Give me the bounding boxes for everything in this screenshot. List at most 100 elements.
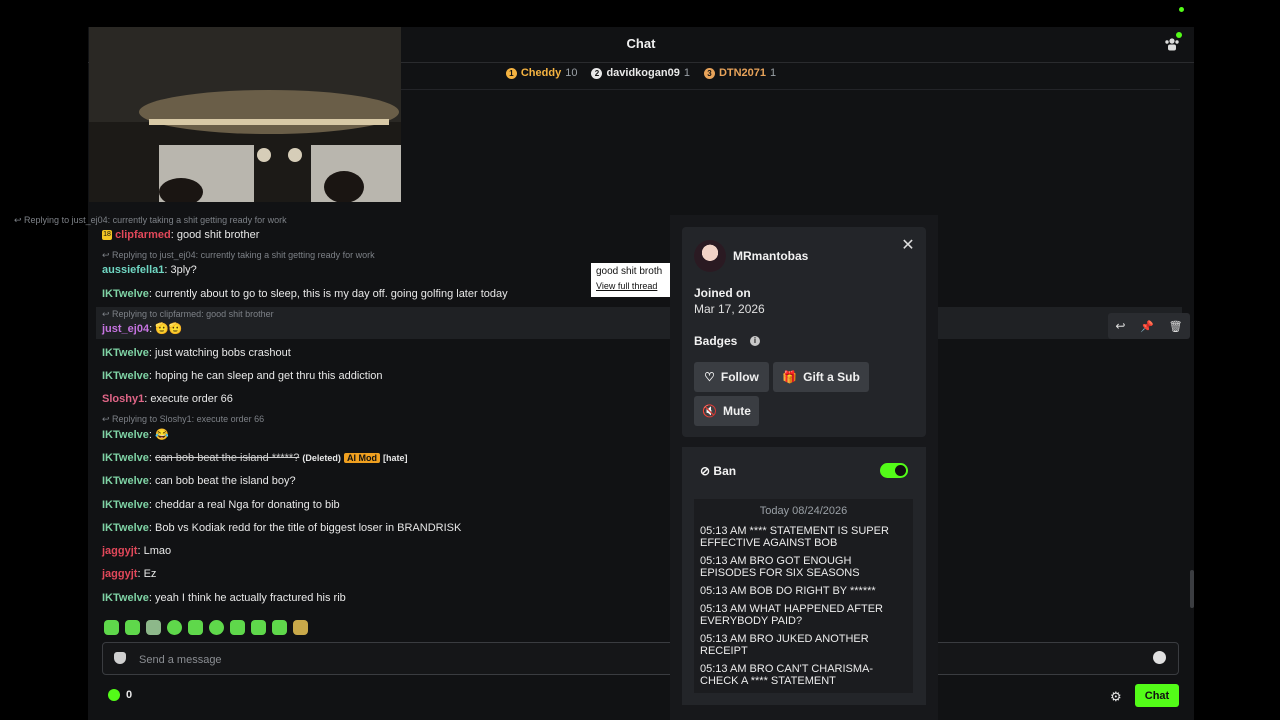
- chat-message[interactable]: IKTwelve: 😂: [102, 428, 169, 442]
- points-icon[interactable]: [108, 689, 120, 701]
- chat-message[interactable]: IKTwelve: currently about to go to sleep…: [102, 287, 508, 301]
- mute-icon: 🔇: [702, 404, 717, 418]
- log-entry: 05:13 AM WHAT HAPPENED AFTER EVERYBODY P…: [700, 603, 883, 627]
- username[interactable]: IKTwelve: [102, 475, 149, 487]
- gift-sub-button[interactable]: 🎁 Gift a Sub: [773, 362, 869, 392]
- username[interactable]: just_ej04: [102, 323, 149, 335]
- message-text: Bob vs Kodiak redd for the title of bigg…: [155, 522, 462, 534]
- ai-mod-badge: AI Mod: [343, 453, 380, 463]
- username[interactable]: IKTwelve: [102, 370, 149, 382]
- ban-text: Ban: [713, 464, 737, 478]
- chat-message[interactable]: IKTwelve: just watching bobs crashout: [102, 346, 291, 360]
- chat-scrollbar[interactable]: [1190, 570, 1194, 608]
- username[interactable]: jaggyjt: [102, 568, 137, 580]
- chat-message[interactable]: IKTwelve: can bob beat the island boy?: [102, 474, 296, 488]
- message-text: execute order 66: [150, 393, 233, 405]
- username[interactable]: IKTwelve: [102, 522, 149, 534]
- reply-text: Replying to Sloshy1: execute order 66: [112, 414, 265, 424]
- username[interactable]: jaggyjt: [102, 545, 137, 557]
- message-text: just watching bobs crashout: [155, 347, 291, 359]
- username[interactable]: Sloshy1: [102, 393, 144, 405]
- shield-icon: [114, 652, 126, 664]
- emote-icon[interactable]: [230, 620, 245, 635]
- avatar[interactable]: [694, 240, 726, 272]
- chat-message[interactable]: jaggyjt: Lmao: [102, 544, 171, 558]
- chat-message[interactable]: IKTwelve: Bob vs Kodiak redd for the tit…: [102, 521, 461, 535]
- message-text: currently about to go to sleep, this is …: [155, 288, 508, 300]
- rank-badge-icon: 1: [505, 67, 517, 79]
- leaderboard-item[interactable]: 1 Cheddy 10: [505, 67, 578, 79]
- username[interactable]: clipfarmed: [115, 229, 171, 241]
- message-actions: ↩ 📌 🗑: [1108, 313, 1190, 339]
- emote-icon[interactable]: [272, 620, 287, 635]
- chat-message[interactable]: aussiefella1: 3ply?: [102, 263, 197, 277]
- chat-message[interactable]: jaggyjt: Ez: [102, 567, 156, 581]
- mute-button[interactable]: 🔇 Mute: [694, 396, 759, 426]
- reply-icon[interactable]: ↩: [1115, 319, 1125, 333]
- leaderboard-count: 10: [565, 67, 578, 79]
- log-entry: 05:13 AM BOB DO RIGHT BY ******: [700, 585, 876, 597]
- emote-icon[interactable]: [188, 620, 203, 635]
- emote-icon[interactable]: [125, 620, 140, 635]
- chat-send-button[interactable]: Chat: [1135, 684, 1179, 707]
- chat-message[interactable]: just_ej04: 🫡🫡: [102, 322, 183, 336]
- reply-context[interactable]: ↩ Replying to just_ej04: currently takin…: [102, 250, 375, 261]
- username[interactable]: IKTwelve: [102, 592, 149, 604]
- status-dot: [1179, 7, 1184, 12]
- reply-text: Replying to clipfarmed: good shit brothe…: [112, 309, 274, 319]
- points-count: 0: [126, 689, 133, 701]
- message-text: good shit brother: [176, 229, 260, 241]
- video-player[interactable]: [89, 27, 401, 202]
- username[interactable]: IKTwelve: [102, 347, 149, 359]
- badges-label: Badges: [694, 334, 738, 348]
- gear-icon[interactable]: ⚙: [1110, 689, 1122, 705]
- trash-icon[interactable]: 🗑: [1169, 320, 1183, 333]
- pin-icon[interactable]: 📌: [1140, 320, 1154, 333]
- username[interactable]: IKTwelve: [102, 499, 149, 511]
- message-text: hoping he can sleep and get thru this ad…: [155, 370, 383, 382]
- reply-context[interactable]: ↩ Replying to just_ej04: currently takin…: [14, 215, 287, 226]
- emoji-icon[interactable]: [1153, 651, 1166, 664]
- ban-toggle[interactable]: [880, 463, 908, 478]
- chat-message-deleted[interactable]: IKTwelve: can bob beat the island *****?…: [102, 451, 408, 465]
- log-entry: 05:13 AM BRO GOT ENOUGH EPISODES FOR SIX…: [700, 555, 860, 579]
- reply-context[interactable]: ↩ Replying to Sloshy1: execute order 66: [102, 414, 264, 425]
- online-indicator: [1176, 32, 1182, 38]
- log-entry: 05:13 AM BRO CAN'T CHARISMA-CHECK A ****…: [700, 663, 874, 687]
- chat-message[interactable]: 18 clipfarmed: good shit brother: [102, 228, 259, 242]
- profile-username[interactable]: MRmantobas: [733, 249, 808, 263]
- leaderboard-name: Cheddy: [520, 67, 562, 79]
- leaderboard-name: davidkogan09: [606, 67, 680, 79]
- chat-message[interactable]: Sloshy1: execute order 66: [102, 392, 233, 406]
- emote-icon[interactable]: [251, 620, 266, 635]
- view-full-thread-link[interactable]: View full thread: [596, 281, 666, 291]
- reply-text: Replying to just_ej04: currently taking …: [112, 250, 375, 260]
- emote-icon[interactable]: [104, 620, 119, 635]
- log-entry: 05:13 AM BRO JUKED ANOTHER RECEIPT: [700, 633, 869, 657]
- chat-message[interactable]: IKTwelve: cheddar a real Nga for donatin…: [102, 498, 340, 512]
- reply-context[interactable]: ↩ Replying to clipfarmed: good shit brot…: [102, 309, 274, 320]
- close-icon[interactable]: ✕: [900, 238, 916, 254]
- leaderboard-item[interactable]: 3 DTN2071 1: [703, 67, 776, 79]
- username[interactable]: IKTwelve: [102, 429, 149, 441]
- follow-label: Follow: [720, 370, 759, 384]
- emote-icon[interactable]: [209, 620, 224, 635]
- username[interactable]: IKTwelve: [102, 452, 149, 464]
- message-text: 🫡🫡: [155, 323, 183, 335]
- rank-badge-icon: 3: [703, 67, 715, 79]
- emote-icon[interactable]: [293, 620, 308, 635]
- info-icon[interactable]: i: [750, 336, 760, 346]
- username[interactable]: aussiefella1: [102, 264, 164, 276]
- chat-message[interactable]: IKTwelve: yeah I think he actually fract…: [102, 591, 346, 605]
- sub-badge-icon: 18: [102, 230, 112, 241]
- leaderboard-item[interactable]: 2 davidkogan09 1: [591, 67, 690, 79]
- users-icon[interactable]: [1164, 37, 1180, 51]
- emote-icon[interactable]: [167, 620, 182, 635]
- message-text: Lmao: [143, 545, 172, 557]
- username[interactable]: IKTwelve: [102, 288, 149, 300]
- emote-icon[interactable]: [146, 620, 161, 635]
- leaderboard-name: DTN2071: [718, 67, 767, 79]
- rank-badge-icon: 2: [591, 67, 603, 79]
- chat-message[interactable]: IKTwelve: hoping he can sleep and get th…: [102, 369, 383, 383]
- follow-button[interactable]: ♡ Follow: [694, 362, 769, 392]
